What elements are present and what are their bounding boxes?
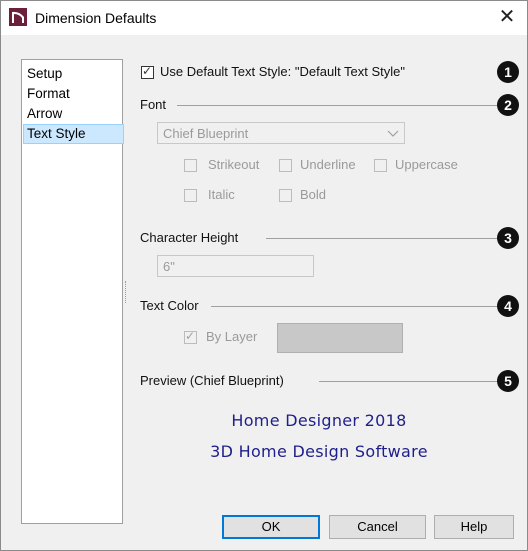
callout-badge-1: 1: [497, 61, 519, 83]
section-divider: [266, 238, 497, 239]
by-layer-checkbox[interactable]: ✓: [184, 329, 197, 344]
category-list[interactable]: Setup Format Arrow Text Style: [21, 59, 124, 524]
app-logo-icon: [9, 8, 27, 26]
sidebar-item-format[interactable]: Format: [23, 84, 123, 104]
callout-badge-5: 5: [497, 370, 519, 392]
section-divider: [319, 381, 497, 382]
chevron-down-icon: [387, 130, 399, 137]
bold-label: Bold: [300, 187, 327, 202]
strikeout-checkbox[interactable]: [184, 159, 197, 172]
italic-checkbox[interactable]: [184, 189, 197, 202]
bold-checkbox[interactable]: [279, 189, 292, 202]
section-divider: [177, 105, 497, 106]
font-select[interactable]: Chief Blueprint: [157, 122, 405, 144]
use-default-text-style-checkbox[interactable]: ✓: [141, 64, 154, 79]
font-select-value: Chief Blueprint: [163, 126, 249, 141]
help-button[interactable]: Help: [434, 515, 514, 539]
dialog-window: Dimension Defaults ✕ Setup Format Arrow …: [0, 0, 528, 551]
panel-splitter[interactable]: [125, 281, 128, 303]
strikeout-label: Strikeout: [208, 157, 260, 172]
underline-checkbox[interactable]: [279, 159, 292, 172]
callout-badge-4: 4: [497, 295, 519, 317]
section-divider: [211, 306, 497, 307]
character-height-label: Character Height: [140, 230, 239, 245]
text-color-swatch[interactable]: [277, 323, 403, 353]
ok-button[interactable]: OK: [222, 515, 320, 539]
underline-label: Underline: [300, 157, 356, 172]
use-default-text-style-label: Use Default Text Style: "Default Text St…: [160, 64, 406, 79]
italic-label: Italic: [208, 187, 235, 202]
cancel-button[interactable]: Cancel: [329, 515, 426, 539]
preview-text-line-2: 3D Home Design Software: [210, 442, 428, 461]
title-bar[interactable]: Dimension Defaults ✕: [1, 1, 527, 35]
checkmark-icon: ✓: [185, 329, 196, 343]
uppercase-label: Uppercase: [395, 157, 458, 172]
font-section-label: Font: [140, 97, 167, 112]
window-title: Dimension Defaults: [35, 10, 157, 26]
preview-text-line-1: Home Designer 2018: [231, 411, 407, 430]
uppercase-checkbox[interactable]: [374, 159, 387, 172]
callout-badge-2: 2: [497, 94, 519, 116]
by-layer-label: By Layer: [206, 329, 258, 344]
checkmark-icon: ✓: [142, 64, 153, 78]
character-height-value: 6": [163, 259, 175, 274]
callout-badge-3: 3: [497, 227, 519, 249]
text-color-label: Text Color: [140, 298, 199, 313]
sidebar-item-arrow[interactable]: Arrow: [23, 104, 123, 124]
close-icon[interactable]: ✕: [497, 6, 517, 28]
preview-label: Preview (Chief Blueprint): [140, 373, 284, 388]
sidebar-item-text-style[interactable]: Text Style: [23, 124, 124, 144]
character-height-input[interactable]: 6": [157, 255, 314, 277]
sidebar-item-setup[interactable]: Setup: [23, 64, 123, 84]
